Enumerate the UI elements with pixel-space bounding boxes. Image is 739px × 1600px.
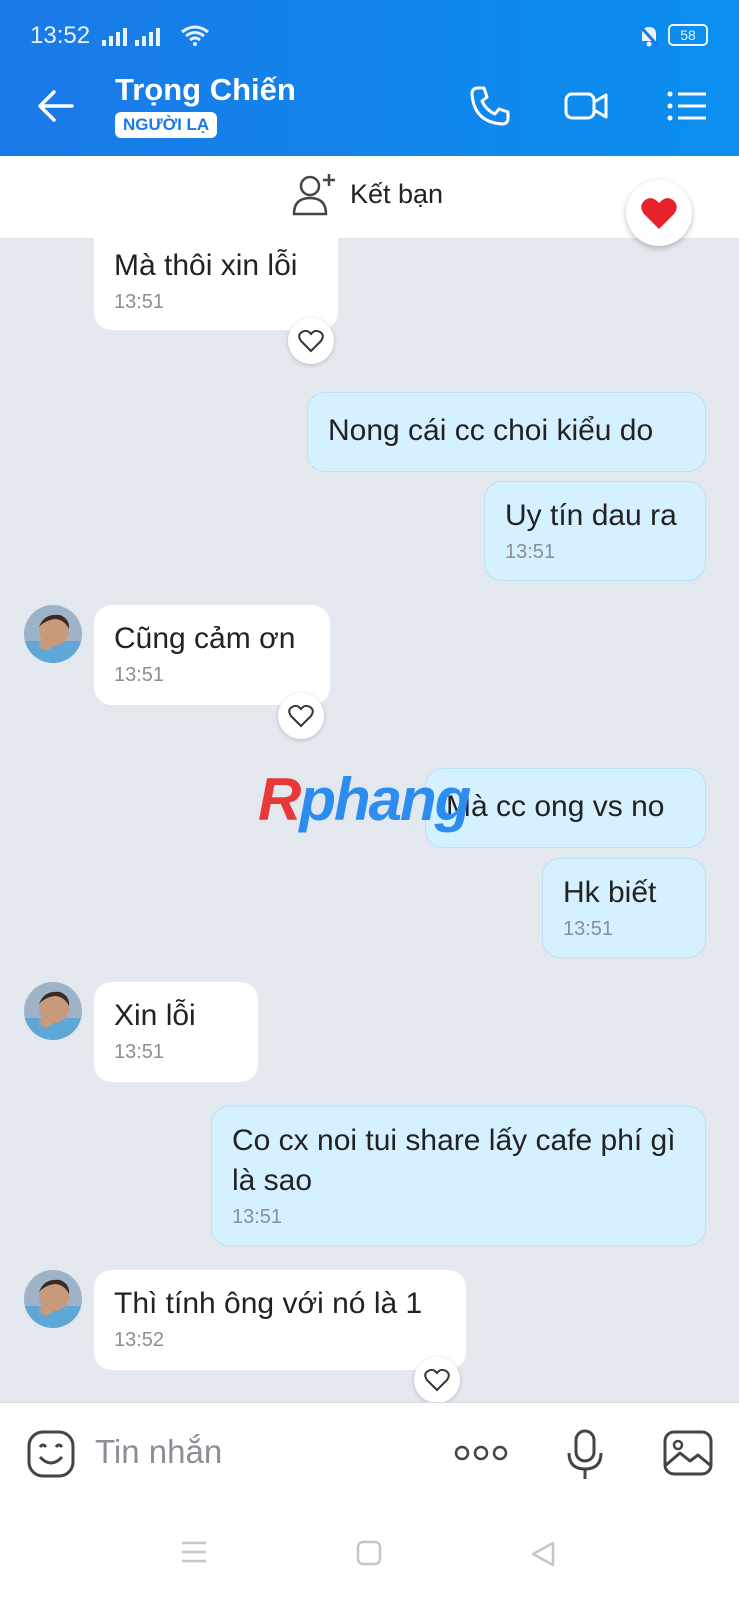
watermark-logo-r: R (258, 766, 301, 833)
message-bubble[interactable]: Hk biết 13:51 (542, 858, 706, 958)
contact-avatar-image (24, 605, 82, 663)
message-time: 13:52 (114, 1329, 165, 1351)
avatar[interactable] (24, 1270, 82, 1328)
chat-header: Trọng Chiến NGƯỜI LẠ (0, 56, 739, 156)
add-friend-label: Kết bạn (350, 178, 444, 209)
menu-icon[interactable] (664, 82, 712, 130)
heart-outline-icon (424, 1368, 450, 1392)
watermark-logo: Rphang (258, 765, 471, 834)
back-nav-icon[interactable] (530, 1540, 556, 1568)
message-bubble[interactable]: Nong cái cc choi kiểu do (307, 392, 706, 472)
more-options-icon[interactable] (454, 1443, 508, 1463)
avatar[interactable] (24, 605, 82, 663)
signal-icon-2 (135, 26, 160, 46)
message-time: 13:51 (505, 541, 556, 563)
add-user-icon (292, 174, 335, 216)
heart-outline-icon (298, 329, 324, 353)
message-text: Thì tính ông với nó là 1 (114, 1287, 423, 1320)
message-text: Mà thôi xin lỗi (114, 249, 298, 282)
heart-icon (641, 198, 677, 229)
message-text: Uy tín dau ra (505, 499, 677, 532)
message-text: Co cx noi tui share lấy cafe phí gì là s… (232, 1124, 676, 1197)
message-time: 13:51 (114, 664, 165, 686)
stranger-badge: NGƯỜI LẠ (115, 112, 218, 138)
home-icon[interactable] (356, 1540, 382, 1566)
back-arrow-icon[interactable] (36, 86, 76, 126)
emoji-icon[interactable] (26, 1429, 76, 1479)
microphone-icon[interactable] (566, 1429, 604, 1481)
message-bubble[interactable]: Co cx noi tui share lấy cafe phí gì là s… (211, 1106, 706, 1246)
watermark-logo-text: phang (299, 766, 471, 833)
add-friend-button[interactable]: Kết bạn (292, 172, 443, 216)
contact-avatar-image (24, 982, 82, 1040)
message-time: 13:51 (114, 291, 165, 313)
status-time: 13:52 (30, 22, 91, 49)
recent-apps-icon[interactable] (180, 1540, 208, 1564)
message-bubble[interactable]: Mà thôi xin lỗi 13:51 (94, 236, 338, 330)
message-text: Nong cái cc choi kiểu do (328, 414, 654, 447)
message-text: Hk biết (563, 876, 657, 909)
avatar[interactable] (24, 982, 82, 1040)
message-text: Mà cc ong vs no (446, 790, 665, 823)
heart-reaction-button[interactable] (626, 180, 692, 246)
message-bubble[interactable]: Cũng cảm ơn 13:51 (94, 605, 330, 705)
like-reaction-button[interactable] (278, 693, 324, 739)
message-time: 13:51 (232, 1206, 283, 1228)
signal-icon-1 (102, 26, 127, 46)
image-gallery-icon[interactable] (662, 1429, 714, 1477)
heart-outline-icon (288, 704, 314, 728)
message-input[interactable]: Tin nhắn (95, 1433, 222, 1471)
contact-avatar-image (24, 1270, 82, 1328)
video-call-icon[interactable] (562, 82, 610, 130)
message-input-bar: Tin nhắn (0, 1402, 739, 1502)
wifi-icon (181, 25, 209, 46)
message-time: 13:51 (563, 918, 614, 940)
bell-muted-icon (638, 24, 660, 48)
message-bubble[interactable]: Uy tín dau ra 13:51 (484, 481, 706, 581)
system-nav-bar (0, 1502, 739, 1600)
battery-indicator: 58 (668, 24, 708, 46)
like-reaction-button[interactable] (288, 318, 334, 364)
like-reaction-button[interactable] (414, 1357, 460, 1403)
message-time: 13:51 (114, 1041, 165, 1063)
message-bubble[interactable]: Thì tính ông với nó là 1 13:52 (94, 1270, 466, 1370)
status-bar: 13:52 58 (0, 0, 739, 56)
phone-call-icon[interactable] (466, 82, 514, 130)
signal-icons (102, 26, 160, 46)
message-bubble[interactable]: Xin lỗi 13:51 (94, 982, 258, 1082)
message-text: Cũng cảm ơn (114, 622, 296, 655)
message-text: Xin lỗi (114, 999, 196, 1032)
contact-name[interactable]: Trọng Chiến (115, 72, 296, 108)
